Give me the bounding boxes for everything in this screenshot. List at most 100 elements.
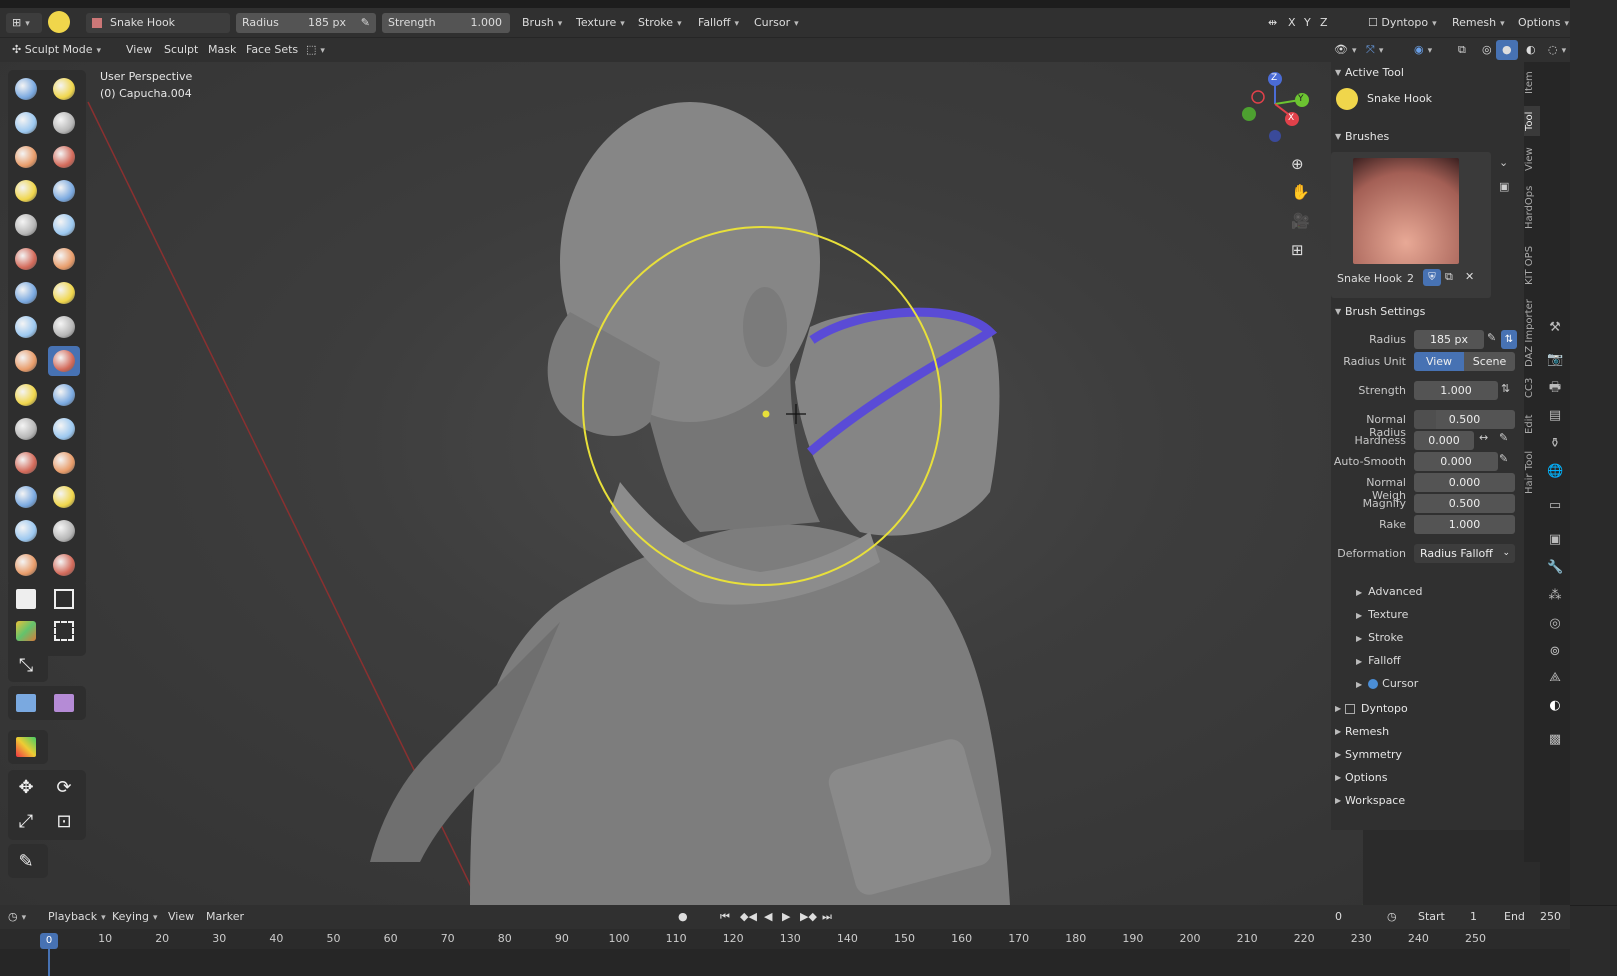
box-face-set-tool[interactable] [10, 616, 42, 646]
box-hide-tool[interactable] [48, 584, 80, 614]
hardness-field[interactable]: 0.000 [1414, 431, 1474, 450]
radius-unit-toggle-icon[interactable]: ⇅ [1501, 330, 1517, 349]
playback-menu[interactable]: Playback ▾ [48, 909, 106, 925]
thumb-tool[interactable] [10, 380, 42, 410]
view-menu[interactable]: View [120, 40, 158, 60]
options-menu[interactable]: Options ▾ [1512, 13, 1575, 33]
box-mask-tool[interactable] [10, 584, 42, 614]
pressure-icon[interactable]: ✎ [361, 13, 370, 33]
dyntopo-panel[interactable]: ▶ Dyntopo [1331, 698, 1524, 720]
tab-cc3[interactable]: CC3 [1524, 374, 1540, 402]
mask-menu[interactable]: Mask [202, 40, 242, 60]
multires-displacement-smear-tool[interactable] [48, 550, 80, 580]
strength-pressure-icon[interactable]: ⇅ [1501, 382, 1510, 395]
tab-tool[interactable]: Tool [1524, 106, 1540, 136]
clay-thumb-tool[interactable] [10, 142, 42, 172]
rotate-tool[interactable] [48, 414, 80, 444]
boundary-tool[interactable] [48, 448, 80, 478]
mesh-filter-tool[interactable] [10, 688, 42, 718]
start-field[interactable]: 1 [1470, 909, 1477, 925]
flatten-tool[interactable] [10, 244, 42, 274]
brushes-panel-header[interactable]: ▼ Brushes [1331, 126, 1524, 148]
marker-menu[interactable]: Marker [206, 909, 244, 925]
move-tool[interactable]: ✥ [10, 772, 42, 802]
gizmo-toggle-icon[interactable]: ⤧ ▾ [1360, 40, 1389, 60]
falloff-menu[interactable]: Falloff ▾ [692, 13, 745, 33]
dyntopo-checkbox[interactable] [1345, 704, 1355, 714]
view-layer-icon[interactable]: ▤ [1547, 408, 1563, 424]
tab-view[interactable]: View [1524, 144, 1540, 174]
play-reverse-icon[interactable]: ◀ [764, 909, 772, 925]
stroke-subpanel[interactable]: ▶ Stroke [1356, 628, 1403, 648]
blob-tool[interactable] [48, 176, 80, 206]
slide-relax-tool[interactable] [10, 448, 42, 478]
camera-icon[interactable]: 🎥 [1291, 212, 1310, 230]
box-trim-tool[interactable] [48, 616, 80, 646]
output-properties-icon[interactable]: 🖶 [1547, 380, 1563, 396]
layer-tool[interactable] [48, 142, 80, 172]
brush-settings-header[interactable]: ▼ Brush Settings [1331, 301, 1524, 323]
tab-hardops[interactable]: HardOps [1524, 182, 1540, 232]
jump-end-icon[interactable]: ⏭ [822, 909, 832, 925]
texture-checker-icon[interactable]: ▩ [1547, 732, 1563, 748]
timeline-body[interactable] [0, 949, 1570, 976]
tab-item[interactable]: Item [1524, 68, 1540, 98]
brush-menu[interactable]: Brush ▾ [516, 13, 568, 33]
world-properties-icon[interactable]: 🌐 [1547, 464, 1563, 480]
timeline-view-menu[interactable]: View [168, 909, 194, 925]
next-keyframe-icon[interactable]: ▶◆ [800, 909, 817, 925]
hardness-pressure-icon[interactable]: ✎ [1499, 431, 1508, 444]
collection-icon[interactable]: ▭ [1547, 498, 1563, 514]
mask-filter-icon[interactable]: ⬚ ▾ [300, 40, 331, 60]
line-project-tool[interactable]: ⤡ [10, 650, 42, 680]
snake-hook-tool-icon[interactable] [48, 11, 70, 33]
object-properties-icon[interactable]: ▣ [1547, 532, 1563, 548]
rotate-tool[interactable]: ⟳ [48, 772, 80, 802]
current-frame-field[interactable]: 0 [1335, 909, 1342, 925]
snake-hook-tool[interactable] [48, 346, 80, 376]
auto-smooth-field[interactable]: 0.000 [1414, 452, 1498, 471]
smooth-tool[interactable] [48, 210, 80, 240]
prev-keyframe-icon[interactable]: ◆◀ [740, 909, 757, 925]
inflate-tool[interactable] [10, 176, 42, 206]
render-properties-icon[interactable]: 📷 [1547, 352, 1563, 368]
fill-tool[interactable] [48, 244, 80, 274]
material-icon[interactable]: ◐ [1547, 698, 1563, 714]
rake-field[interactable]: 1.000 [1414, 515, 1515, 534]
particles-icon[interactable]: ⁂ [1547, 588, 1563, 604]
stroke-menu[interactable]: Stroke ▾ [632, 13, 688, 33]
symmetry-panel[interactable]: ▶ Symmetry [1331, 744, 1524, 766]
normal-weight-field[interactable]: 0.000 [1414, 473, 1515, 492]
radius-field[interactable]: Radius 185 px ✎ [236, 13, 376, 33]
elastic-deform-tool[interactable] [10, 346, 42, 376]
keying-menu[interactable]: Keying ▾ [112, 909, 157, 925]
pinch-tool[interactable] [10, 312, 42, 342]
wireframe-shading-icon[interactable]: ◎ [1476, 40, 1498, 60]
auto-smooth-pressure-icon[interactable]: ✎ [1499, 452, 1508, 465]
jump-start-icon[interactable]: ⏮ [720, 909, 730, 925]
options-panel[interactable]: ▶ Options [1331, 767, 1524, 789]
data-vertex-icon[interactable]: ⟁ [1547, 670, 1563, 686]
draw-face-sets-tool[interactable] [48, 516, 80, 546]
xray-icon[interactable]: ⧉ [1452, 40, 1472, 60]
sculpt-menu[interactable]: Sculpt [158, 40, 204, 60]
visibility-icon[interactable]: 👁 ▾ [1328, 40, 1363, 60]
3d-viewport[interactable]: Z Y X ⊕ ✋ 🎥 ⊞ [0, 62, 1363, 905]
grab-tool[interactable] [48, 312, 80, 342]
play-icon[interactable]: ▶ [782, 909, 790, 925]
cloth-tool[interactable] [10, 482, 42, 512]
texture-menu[interactable]: Texture ▾ [570, 13, 631, 33]
transform-tool[interactable]: ⊡ [48, 806, 80, 836]
sculpt-mode-selector[interactable]: ✣ Sculpt Mode ▾ [6, 40, 107, 60]
draw-sharp-tool[interactable] [48, 74, 80, 104]
simplify-tool[interactable] [48, 482, 80, 512]
hardness-invert-icon[interactable]: ↔ [1479, 431, 1488, 444]
normal-radius-field[interactable]: 0.500 [1414, 410, 1515, 429]
scale-tool[interactable]: ⤢ [10, 806, 42, 836]
pose-tool[interactable] [48, 380, 80, 410]
radius-unit-view-button[interactable]: View [1414, 352, 1464, 371]
face-set-edit-tool[interactable] [10, 732, 42, 762]
cursor-subpanel[interactable]: ▶ Cursor [1356, 674, 1418, 694]
axis-z-toggle[interactable]: Z [1314, 13, 1334, 33]
brush-list-dropdown-icon[interactable]: ⌄ [1499, 156, 1508, 169]
